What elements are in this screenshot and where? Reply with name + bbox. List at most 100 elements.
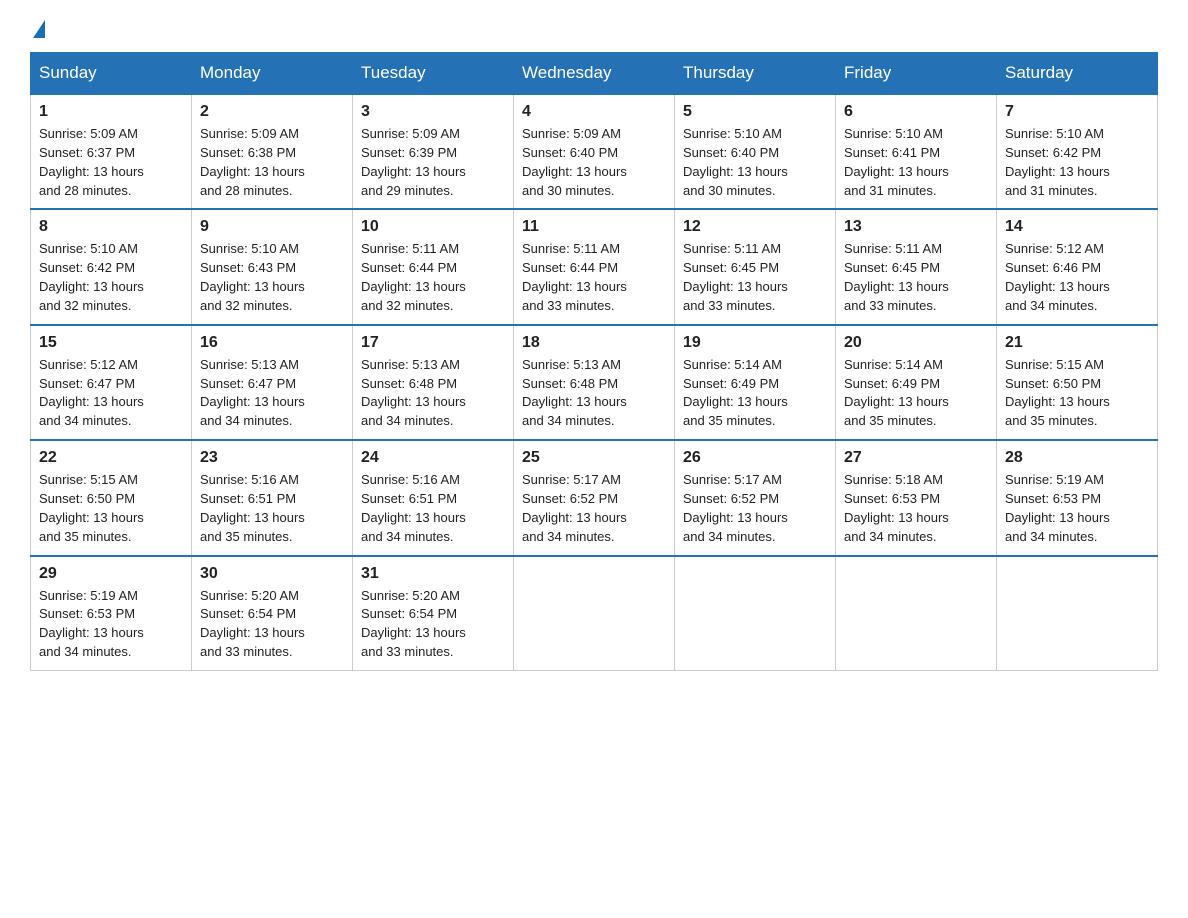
day-number: 3 [361, 103, 505, 121]
day-info: Sunrise: 5:12 AMSunset: 6:47 PMDaylight:… [39, 356, 183, 431]
day-number: 6 [844, 103, 988, 121]
calendar-cell: 9 Sunrise: 5:10 AMSunset: 6:43 PMDayligh… [192, 209, 353, 324]
day-number: 4 [522, 103, 666, 121]
weekday-header-sunday: Sunday [31, 53, 192, 95]
day-info: Sunrise: 5:10 AMSunset: 6:41 PMDaylight:… [844, 125, 988, 200]
day-info: Sunrise: 5:13 AMSunset: 6:48 PMDaylight:… [522, 356, 666, 431]
day-info: Sunrise: 5:19 AMSunset: 6:53 PMDaylight:… [1005, 471, 1149, 546]
day-number: 24 [361, 449, 505, 467]
day-info: Sunrise: 5:10 AMSunset: 6:42 PMDaylight:… [1005, 125, 1149, 200]
day-number: 25 [522, 449, 666, 467]
calendar-table: SundayMondayTuesdayWednesdayThursdayFrid… [30, 52, 1158, 671]
day-number: 12 [683, 218, 827, 236]
calendar-week-row: 8 Sunrise: 5:10 AMSunset: 6:42 PMDayligh… [31, 209, 1158, 324]
calendar-cell: 19 Sunrise: 5:14 AMSunset: 6:49 PMDaylig… [675, 325, 836, 440]
day-number: 22 [39, 449, 183, 467]
calendar-cell: 26 Sunrise: 5:17 AMSunset: 6:52 PMDaylig… [675, 440, 836, 555]
weekday-header-tuesday: Tuesday [353, 53, 514, 95]
calendar-week-row: 1 Sunrise: 5:09 AMSunset: 6:37 PMDayligh… [31, 94, 1158, 209]
calendar-week-row: 22 Sunrise: 5:15 AMSunset: 6:50 PMDaylig… [31, 440, 1158, 555]
day-number: 26 [683, 449, 827, 467]
weekday-header-thursday: Thursday [675, 53, 836, 95]
day-number: 13 [844, 218, 988, 236]
calendar-week-row: 15 Sunrise: 5:12 AMSunset: 6:47 PMDaylig… [31, 325, 1158, 440]
calendar-cell [675, 556, 836, 671]
day-info: Sunrise: 5:10 AMSunset: 6:43 PMDaylight:… [200, 240, 344, 315]
day-number: 31 [361, 565, 505, 583]
day-info: Sunrise: 5:18 AMSunset: 6:53 PMDaylight:… [844, 471, 988, 546]
day-info: Sunrise: 5:09 AMSunset: 6:38 PMDaylight:… [200, 125, 344, 200]
day-number: 14 [1005, 218, 1149, 236]
day-info: Sunrise: 5:12 AMSunset: 6:46 PMDaylight:… [1005, 240, 1149, 315]
calendar-cell: 24 Sunrise: 5:16 AMSunset: 6:51 PMDaylig… [353, 440, 514, 555]
day-number: 28 [1005, 449, 1149, 467]
day-number: 9 [200, 218, 344, 236]
calendar-cell: 17 Sunrise: 5:13 AMSunset: 6:48 PMDaylig… [353, 325, 514, 440]
weekday-header-monday: Monday [192, 53, 353, 95]
day-number: 18 [522, 334, 666, 352]
calendar-cell: 16 Sunrise: 5:13 AMSunset: 6:47 PMDaylig… [192, 325, 353, 440]
weekday-header-friday: Friday [836, 53, 997, 95]
day-number: 23 [200, 449, 344, 467]
weekday-header-saturday: Saturday [997, 53, 1158, 95]
day-number: 29 [39, 565, 183, 583]
calendar-cell: 7 Sunrise: 5:10 AMSunset: 6:42 PMDayligh… [997, 94, 1158, 209]
day-info: Sunrise: 5:14 AMSunset: 6:49 PMDaylight:… [844, 356, 988, 431]
calendar-cell: 13 Sunrise: 5:11 AMSunset: 6:45 PMDaylig… [836, 209, 997, 324]
calendar-cell: 25 Sunrise: 5:17 AMSunset: 6:52 PMDaylig… [514, 440, 675, 555]
day-info: Sunrise: 5:09 AMSunset: 6:37 PMDaylight:… [39, 125, 183, 200]
logo-triangle-icon [33, 20, 45, 38]
day-info: Sunrise: 5:16 AMSunset: 6:51 PMDaylight:… [200, 471, 344, 546]
calendar-cell: 1 Sunrise: 5:09 AMSunset: 6:37 PMDayligh… [31, 94, 192, 209]
day-info: Sunrise: 5:10 AMSunset: 6:42 PMDaylight:… [39, 240, 183, 315]
calendar-cell: 29 Sunrise: 5:19 AMSunset: 6:53 PMDaylig… [31, 556, 192, 671]
day-info: Sunrise: 5:11 AMSunset: 6:44 PMDaylight:… [522, 240, 666, 315]
day-info: Sunrise: 5:17 AMSunset: 6:52 PMDaylight:… [522, 471, 666, 546]
calendar-cell [514, 556, 675, 671]
day-number: 11 [522, 218, 666, 236]
day-number: 1 [39, 103, 183, 121]
calendar-cell: 10 Sunrise: 5:11 AMSunset: 6:44 PMDaylig… [353, 209, 514, 324]
calendar-cell: 5 Sunrise: 5:10 AMSunset: 6:40 PMDayligh… [675, 94, 836, 209]
day-info: Sunrise: 5:20 AMSunset: 6:54 PMDaylight:… [361, 587, 505, 662]
calendar-header: SundayMondayTuesdayWednesdayThursdayFrid… [31, 53, 1158, 95]
day-info: Sunrise: 5:17 AMSunset: 6:52 PMDaylight:… [683, 471, 827, 546]
calendar-cell: 12 Sunrise: 5:11 AMSunset: 6:45 PMDaylig… [675, 209, 836, 324]
day-number: 30 [200, 565, 344, 583]
calendar-cell: 11 Sunrise: 5:11 AMSunset: 6:44 PMDaylig… [514, 209, 675, 324]
day-number: 27 [844, 449, 988, 467]
calendar-cell: 27 Sunrise: 5:18 AMSunset: 6:53 PMDaylig… [836, 440, 997, 555]
calendar-cell: 28 Sunrise: 5:19 AMSunset: 6:53 PMDaylig… [997, 440, 1158, 555]
calendar-cell: 23 Sunrise: 5:16 AMSunset: 6:51 PMDaylig… [192, 440, 353, 555]
day-number: 19 [683, 334, 827, 352]
calendar-cell: 20 Sunrise: 5:14 AMSunset: 6:49 PMDaylig… [836, 325, 997, 440]
day-info: Sunrise: 5:11 AMSunset: 6:45 PMDaylight:… [683, 240, 827, 315]
calendar-cell: 2 Sunrise: 5:09 AMSunset: 6:38 PMDayligh… [192, 94, 353, 209]
day-number: 10 [361, 218, 505, 236]
day-number: 15 [39, 334, 183, 352]
day-number: 2 [200, 103, 344, 121]
day-info: Sunrise: 5:09 AMSunset: 6:40 PMDaylight:… [522, 125, 666, 200]
day-info: Sunrise: 5:14 AMSunset: 6:49 PMDaylight:… [683, 356, 827, 431]
calendar-cell: 18 Sunrise: 5:13 AMSunset: 6:48 PMDaylig… [514, 325, 675, 440]
day-number: 5 [683, 103, 827, 121]
day-info: Sunrise: 5:13 AMSunset: 6:47 PMDaylight:… [200, 356, 344, 431]
day-info: Sunrise: 5:19 AMSunset: 6:53 PMDaylight:… [39, 587, 183, 662]
calendar-cell: 4 Sunrise: 5:09 AMSunset: 6:40 PMDayligh… [514, 94, 675, 209]
calendar-cell: 14 Sunrise: 5:12 AMSunset: 6:46 PMDaylig… [997, 209, 1158, 324]
day-number: 7 [1005, 103, 1149, 121]
calendar-cell: 15 Sunrise: 5:12 AMSunset: 6:47 PMDaylig… [31, 325, 192, 440]
calendar-cell [997, 556, 1158, 671]
weekday-header-wednesday: Wednesday [514, 53, 675, 95]
day-number: 21 [1005, 334, 1149, 352]
day-number: 16 [200, 334, 344, 352]
calendar-cell: 21 Sunrise: 5:15 AMSunset: 6:50 PMDaylig… [997, 325, 1158, 440]
day-info: Sunrise: 5:20 AMSunset: 6:54 PMDaylight:… [200, 587, 344, 662]
calendar-cell: 6 Sunrise: 5:10 AMSunset: 6:41 PMDayligh… [836, 94, 997, 209]
calendar-cell: 31 Sunrise: 5:20 AMSunset: 6:54 PMDaylig… [353, 556, 514, 671]
logo [30, 20, 45, 36]
day-info: Sunrise: 5:09 AMSunset: 6:39 PMDaylight:… [361, 125, 505, 200]
day-info: Sunrise: 5:10 AMSunset: 6:40 PMDaylight:… [683, 125, 827, 200]
day-info: Sunrise: 5:15 AMSunset: 6:50 PMDaylight:… [1005, 356, 1149, 431]
weekday-header-row: SundayMondayTuesdayWednesdayThursdayFrid… [31, 53, 1158, 95]
